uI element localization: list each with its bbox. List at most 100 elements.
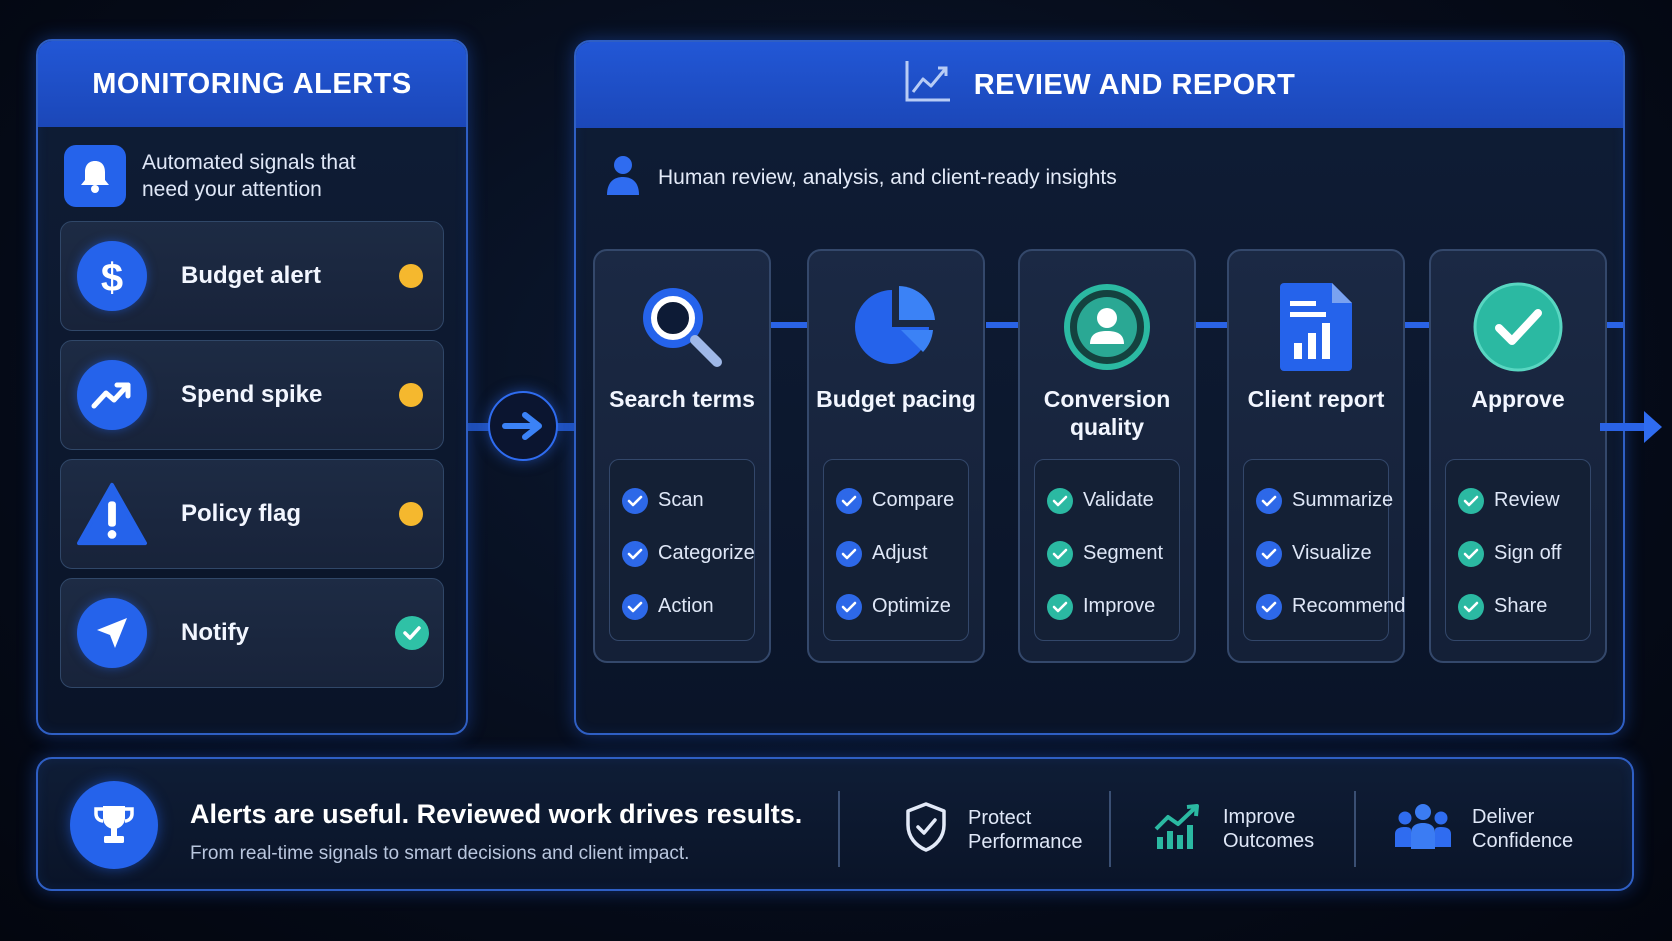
- summary-subline: From real-time signals to smart decision…: [190, 843, 690, 864]
- checklist-label: Summarize: [1292, 489, 1394, 511]
- check-icon: [1458, 593, 1484, 620]
- alert-label: Spend spike: [181, 381, 323, 408]
- check-circle-icon: [1431, 279, 1605, 375]
- benefit-line2: Performance: [968, 830, 1083, 853]
- review-subtitle-text: Human review, analysis, and client-ready…: [658, 165, 1117, 189]
- checklist-item: Visualize: [1256, 527, 1388, 580]
- checklist-item: Optimize: [836, 580, 968, 633]
- checklist-item: Recommend: [1256, 580, 1405, 633]
- review-subtitle: Human review, analysis, and client-ready…: [606, 154, 1117, 201]
- checklist-label: Share: [1494, 595, 1548, 617]
- checklist-item: Compare: [836, 474, 968, 527]
- checklist-label: Review: [1494, 489, 1560, 511]
- checklist-item: Segment: [1047, 527, 1179, 580]
- line-chart-icon: [904, 59, 952, 111]
- benefit-protect-performance: Protect Performance: [904, 801, 1083, 858]
- benefit-line1: Improve: [1223, 805, 1296, 828]
- step-card-budget-pacing[interactable]: Budget pacing Compare Adjust Optimize: [807, 249, 985, 663]
- alert-label: Notify: [181, 619, 249, 646]
- arrow-right-exit-icon: [1600, 407, 1664, 452]
- checklist-label: Scan: [658, 489, 704, 511]
- check-icon: [622, 593, 648, 620]
- alert-label: Policy flag: [181, 500, 302, 527]
- person-icon: [606, 154, 640, 201]
- checklist-label: Validate: [1083, 489, 1154, 511]
- shield-check-icon: [904, 801, 948, 858]
- step-checklist: Compare Adjust Optimize: [823, 459, 969, 641]
- check-icon: [622, 540, 648, 567]
- checklist-label: Recommend: [1292, 595, 1406, 617]
- team-icon: [1394, 801, 1452, 856]
- divider: [1354, 791, 1356, 867]
- benefit-text: Improve Outcomes: [1223, 805, 1314, 853]
- benefit-line1: Deliver: [1472, 805, 1535, 828]
- checklist-item: Share: [1458, 580, 1590, 633]
- step-card-client-report[interactable]: Client report Summarize Visualize Recomm…: [1227, 249, 1405, 663]
- check-icon: [1458, 540, 1484, 567]
- review-report-panel: REVIEW AND REPORT Human review, analysis…: [574, 40, 1625, 735]
- benefit-deliver-confidence: Deliver Confidence: [1394, 801, 1573, 856]
- divider: [1109, 791, 1111, 867]
- send-icon: [77, 598, 147, 668]
- checklist-label: Adjust: [872, 542, 928, 564]
- check-icon: [1256, 593, 1282, 620]
- alert-card-spend-spike[interactable]: Spend spike: [60, 340, 444, 450]
- checklist-item: Validate: [1047, 474, 1179, 527]
- benefit-line2: Confidence: [1472, 829, 1574, 852]
- benefit-line1: Protect: [968, 806, 1032, 829]
- benefit-text: Protect Performance: [968, 806, 1083, 854]
- monitoring-alerts-header: MONITORING ALERTS: [38, 41, 466, 127]
- check-icon: [836, 540, 862, 567]
- check-icon: [836, 487, 862, 514]
- check-icon: [836, 593, 862, 620]
- check-icon: [1047, 540, 1073, 567]
- checklist-label: Visualize: [1292, 542, 1372, 564]
- monitoring-intro: Automated signals that need your attenti…: [64, 145, 402, 207]
- check-icon: [1047, 487, 1073, 514]
- step-checklist: Scan Categorize Action: [609, 459, 755, 641]
- step-card-search-terms[interactable]: Search terms Scan Categorize Action: [593, 249, 771, 663]
- monitoring-alerts-panel: MONITORING ALERTS Automated signals that…: [36, 39, 468, 735]
- alert-card-notify[interactable]: Notify: [60, 578, 444, 688]
- step-card-conversion-quality[interactable]: Conversion quality Validate Segment Impr…: [1018, 249, 1196, 663]
- benefit-line2: Outcomes: [1223, 829, 1315, 852]
- svg-text:$: $: [101, 256, 123, 298]
- check-icon: [1256, 487, 1282, 514]
- step-checklist: Validate Segment Improve: [1034, 459, 1180, 641]
- step-title: Approve: [1471, 386, 1565, 412]
- pending-status-dot: [399, 383, 423, 407]
- done-check-icon: [395, 616, 429, 650]
- step-checklist: Summarize Visualize Recommend: [1243, 459, 1405, 641]
- benefit-text: Deliver Confidence: [1472, 805, 1573, 853]
- step-title: Search terms: [609, 386, 755, 412]
- user-circle-icon: [1020, 279, 1194, 375]
- monitoring-intro-text: Automated signals that need your attenti…: [142, 151, 356, 201]
- checklist-label: Action: [658, 595, 714, 617]
- step-connector: [771, 322, 807, 328]
- benefit-improve-outcomes: Improve Outcomes: [1153, 801, 1314, 856]
- divider: [838, 791, 840, 867]
- checklist-item: Adjust: [836, 527, 968, 580]
- alert-card-budget[interactable]: $ Budget alert: [60, 221, 444, 331]
- step-card-approve[interactable]: Approve Review Sign off Share: [1429, 249, 1607, 663]
- checklist-item: Review: [1458, 474, 1590, 527]
- report-document-icon: [1229, 279, 1403, 375]
- checklist-label: Compare: [872, 489, 955, 511]
- pending-status-dot: [399, 502, 423, 526]
- alert-card-policy-flag[interactable]: Policy flag: [60, 459, 444, 569]
- alert-label: Budget alert: [181, 262, 322, 289]
- checklist-item: Scan: [622, 474, 754, 527]
- trophy-icon: [70, 781, 158, 869]
- checklist-label: Categorize: [658, 542, 755, 564]
- arrow-right-icon: [488, 391, 558, 461]
- checklist-item: Action: [622, 580, 754, 633]
- checklist-item: Categorize: [622, 527, 755, 580]
- step-title: Conversion quality: [1043, 386, 1171, 440]
- checklist-item: Improve: [1047, 580, 1179, 633]
- dollar-icon: $: [77, 241, 147, 311]
- checklist-label: Segment: [1083, 542, 1164, 564]
- check-icon: [1458, 487, 1484, 514]
- search-icon: [595, 279, 769, 375]
- summary-headline: Alerts are useful. Reviewed work drives …: [190, 799, 803, 829]
- pie-chart-icon: [809, 279, 983, 375]
